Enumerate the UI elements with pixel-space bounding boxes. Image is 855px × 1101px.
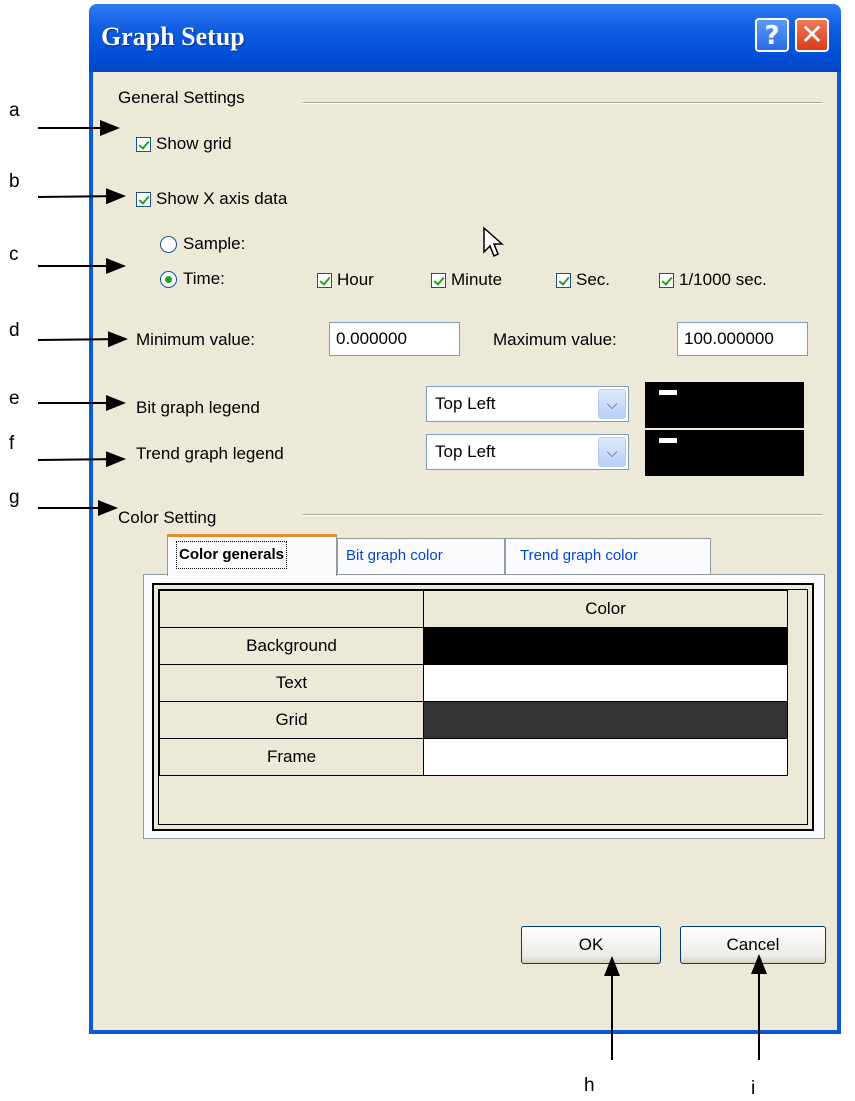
dialog-title: Graph Setup bbox=[101, 22, 245, 51]
annotation-f: f bbox=[9, 433, 15, 454]
graph-setup-dialog: Graph Setup ? ✕ General Settings Show gr… bbox=[89, 4, 841, 1034]
title-bar[interactable]: Graph Setup ? ✕ bbox=[89, 4, 841, 72]
help-icon: ? bbox=[764, 21, 780, 51]
annotation-b: b bbox=[9, 171, 20, 192]
chevron-down-icon[interactable]: ⌵ bbox=[598, 389, 626, 419]
minute-label: Minute bbox=[451, 270, 503, 289]
grid-color-swatch[interactable] bbox=[423, 701, 788, 739]
hour-label: Hour bbox=[337, 270, 374, 289]
annotation-d: d bbox=[9, 320, 20, 341]
ok-button[interactable]: OK bbox=[521, 926, 661, 964]
general-settings-header: General Settings bbox=[118, 88, 245, 107]
checkbox-check-icon bbox=[317, 272, 332, 288]
table-row: Frame bbox=[159, 738, 788, 776]
table-header-blank bbox=[159, 590, 424, 628]
show-grid-checkbox[interactable]: Show grid bbox=[136, 134, 232, 154]
trend-legend-preview bbox=[645, 430, 804, 476]
tab-label: Trend graph color bbox=[520, 547, 638, 564]
mouse-cursor-icon bbox=[483, 226, 504, 258]
close-icon: ✕ bbox=[800, 18, 824, 51]
trend-legend-value: Top Left bbox=[435, 442, 496, 461]
time-radio[interactable]: Time: bbox=[160, 269, 225, 289]
bit-legend-preview bbox=[645, 382, 804, 428]
table-header-color: Color bbox=[423, 590, 788, 628]
tab-bit-graph-color[interactable]: Bit graph color bbox=[337, 538, 505, 574]
legend-marker bbox=[659, 438, 677, 443]
row-name-background: Background bbox=[159, 627, 424, 665]
row-name-frame: Frame bbox=[159, 738, 424, 776]
minimum-value-input[interactable]: 0.000000 bbox=[329, 322, 460, 356]
row-name-grid: Grid bbox=[159, 701, 424, 739]
chevron-down-icon[interactable]: ⌵ bbox=[598, 437, 626, 467]
dialog-body: General Settings Show grid Show X axis d… bbox=[93, 72, 837, 1030]
close-button[interactable]: ✕ bbox=[795, 18, 829, 52]
table-header-row: Color bbox=[159, 590, 788, 628]
radio-off-icon bbox=[160, 235, 177, 253]
table-row: Text bbox=[159, 664, 788, 702]
color-tab-pane: Color Background Text Grid Frame bbox=[143, 574, 825, 839]
maximum-value-label: Maximum value: bbox=[493, 330, 617, 349]
checkbox-check-icon bbox=[659, 272, 674, 288]
trend-graph-legend-label: Trend graph legend bbox=[136, 444, 284, 463]
color-setting-divider bbox=[303, 514, 823, 516]
sample-radio[interactable]: Sample: bbox=[160, 234, 245, 254]
bit-graph-legend-select[interactable]: Top Left ⌵ bbox=[426, 386, 629, 422]
bit-graph-legend-label: Bit graph legend bbox=[136, 398, 260, 417]
sample-label: Sample: bbox=[183, 234, 246, 253]
text-color-swatch[interactable] bbox=[423, 664, 788, 702]
minimum-value-label: Minimum value: bbox=[136, 330, 256, 349]
annotation-i: i bbox=[751, 1078, 756, 1099]
annotation-e: e bbox=[9, 388, 20, 409]
maximum-value-input[interactable]: 100.000000 bbox=[677, 322, 808, 356]
show-grid-label: Show grid bbox=[156, 134, 232, 153]
background-color-swatch[interactable] bbox=[423, 627, 788, 665]
legend-marker bbox=[659, 390, 677, 395]
table-row: Background bbox=[159, 627, 788, 665]
tab-label: Color generals bbox=[176, 541, 288, 569]
show-x-axis-checkbox[interactable]: Show X axis data bbox=[136, 189, 287, 209]
annotation-c: c bbox=[9, 244, 19, 265]
sec-checkbox[interactable]: Sec. bbox=[556, 270, 610, 290]
sec-label: Sec. bbox=[576, 270, 611, 289]
frame-color-swatch[interactable] bbox=[423, 738, 788, 776]
color-grid: Color Background Text Grid Frame bbox=[152, 583, 814, 831]
annotation-g: g bbox=[9, 487, 20, 508]
color-setting-header: Color Setting bbox=[118, 508, 217, 527]
bit-legend-value: Top Left bbox=[435, 394, 496, 413]
tab-color-generals[interactable]: Color generals bbox=[167, 534, 337, 576]
help-button[interactable]: ? bbox=[755, 18, 789, 52]
msec-checkbox[interactable]: 1/1000 sec. bbox=[659, 270, 767, 290]
time-label: Time: bbox=[183, 269, 225, 288]
show-x-axis-label: Show X axis data bbox=[156, 189, 288, 208]
annotation-h: h bbox=[584, 1075, 595, 1096]
checkbox-check-icon bbox=[556, 272, 571, 288]
color-grid-inset: Color Background Text Grid Frame bbox=[158, 589, 808, 825]
hour-checkbox[interactable]: Hour bbox=[317, 270, 374, 290]
trend-graph-legend-select[interactable]: Top Left ⌵ bbox=[426, 434, 629, 470]
row-name-text: Text bbox=[159, 664, 424, 702]
tab-label: Bit graph color bbox=[346, 547, 443, 564]
checkbox-check-icon bbox=[136, 191, 151, 207]
radio-on-icon bbox=[160, 270, 177, 288]
annotation-a: a bbox=[9, 100, 20, 121]
color-table: Color Background Text Grid Frame bbox=[159, 590, 788, 776]
minute-checkbox[interactable]: Minute bbox=[431, 270, 502, 290]
checkbox-check-icon bbox=[431, 272, 446, 288]
checkbox-check-icon bbox=[136, 136, 151, 152]
tab-trend-graph-color[interactable]: Trend graph color bbox=[505, 538, 711, 574]
msec-label: 1/1000 sec. bbox=[679, 270, 767, 289]
table-row: Grid bbox=[159, 701, 788, 739]
cancel-button[interactable]: Cancel bbox=[680, 926, 826, 964]
general-settings-divider bbox=[303, 102, 823, 104]
